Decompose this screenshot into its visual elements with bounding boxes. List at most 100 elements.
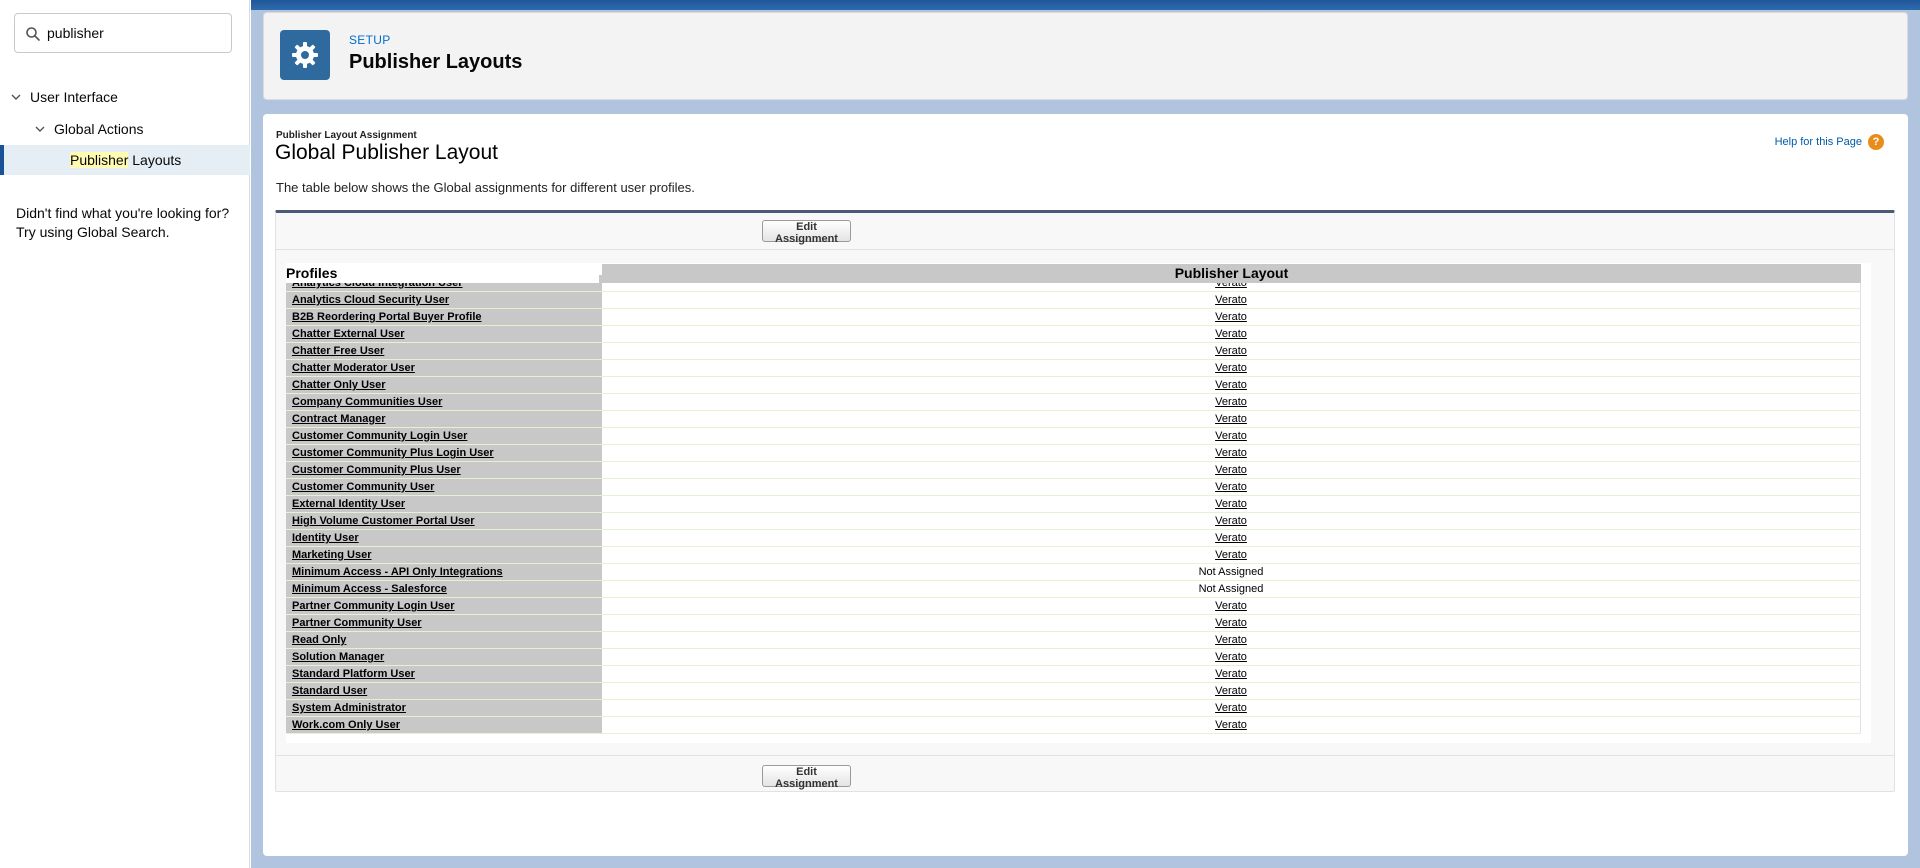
profile-link[interactable]: Solution Manager bbox=[286, 649, 602, 665]
edit-assignment-button-bottom[interactable]: Edit Assignment bbox=[762, 765, 851, 790]
profile-link[interactable]: Marketing User bbox=[286, 547, 602, 563]
assignment-rows: Analytics Cloud Integration User Verato An… bbox=[286, 275, 1861, 734]
gear-icon bbox=[292, 42, 318, 68]
table-row: Identity User Verato bbox=[286, 530, 1861, 547]
help-link[interactable]: Help for this Page ? bbox=[1775, 134, 1884, 150]
profile-link[interactable]: Partner Community Login User bbox=[286, 598, 602, 614]
chevron-down-icon[interactable] bbox=[10, 91, 22, 103]
table-row: Partner Community Login User Verato bbox=[286, 598, 1861, 615]
column-header-profiles: Profiles bbox=[286, 263, 599, 283]
profile-link[interactable]: Customer Community User bbox=[286, 479, 602, 495]
tree-item-user-interface[interactable]: User Interface bbox=[0, 82, 250, 112]
edit-assignment-button-top[interactable]: Edit Assignment bbox=[762, 220, 851, 245]
profile-link[interactable]: System Administrator bbox=[286, 700, 602, 716]
layout-link[interactable]: Verato bbox=[1215, 532, 1247, 544]
profile-link[interactable]: Customer Community Plus Login User bbox=[286, 445, 602, 461]
layout-link[interactable]: Verato bbox=[1215, 345, 1247, 357]
tree-item-label: Layouts bbox=[128, 152, 182, 168]
layout-link[interactable]: Verato bbox=[1215, 328, 1247, 340]
profile-link[interactable]: Minimum Access - Salesforce bbox=[286, 581, 602, 597]
search-icon bbox=[26, 27, 40, 41]
layout-link[interactable]: Verato bbox=[1215, 685, 1247, 697]
tree-item-label: User Interface bbox=[30, 89, 118, 105]
layout-link[interactable]: Verato bbox=[1215, 362, 1247, 374]
table-row: External Identity User Verato bbox=[286, 496, 1861, 513]
layout-link[interactable]: Verato bbox=[1215, 651, 1247, 663]
layout-cell: Not Assigned bbox=[602, 581, 1861, 597]
layout-link[interactable]: Verato bbox=[1215, 311, 1247, 323]
not-found-message: Didn't find what you're looking for? Try… bbox=[16, 204, 246, 242]
profile-link[interactable]: Customer Community Login User bbox=[286, 428, 602, 444]
table-row: Minimum Access - Salesforce Not Assigned bbox=[286, 581, 1861, 598]
layout-link[interactable]: Verato bbox=[1215, 515, 1247, 527]
profile-link[interactable]: External Identity User bbox=[286, 496, 602, 512]
profile-link[interactable]: High Volume Customer Portal User bbox=[286, 513, 602, 529]
layout-link[interactable]: Verato bbox=[1215, 396, 1247, 408]
quick-find-input[interactable] bbox=[47, 22, 227, 44]
layout-cell: Verato bbox=[602, 513, 1861, 529]
profile-link[interactable]: Read Only bbox=[286, 632, 602, 648]
layout-link[interactable]: Verato bbox=[1215, 447, 1247, 459]
layout-link[interactable]: Verato bbox=[1215, 634, 1247, 646]
layout-link[interactable]: Verato bbox=[1215, 413, 1247, 425]
profile-link[interactable]: Chatter Moderator User bbox=[286, 360, 602, 376]
table-row: B2B Reordering Portal Buyer Profile Verat… bbox=[286, 309, 1861, 326]
layout-link[interactable]: Verato bbox=[1215, 430, 1247, 442]
profile-link[interactable]: Company Communities User bbox=[286, 394, 602, 410]
page-description: The table below shows the Global assignm… bbox=[276, 180, 695, 195]
layout-link[interactable]: Verato bbox=[1215, 617, 1247, 629]
help-icon[interactable]: ? bbox=[1868, 134, 1884, 150]
layout-cell: Verato bbox=[602, 326, 1861, 342]
profile-link[interactable]: Analytics Cloud Security User bbox=[286, 292, 602, 308]
profile-link[interactable]: B2B Reordering Portal Buyer Profile bbox=[286, 309, 602, 325]
profile-link[interactable]: Customer Community Plus User bbox=[286, 462, 602, 478]
global-search-hint: Try using Global Search. bbox=[16, 224, 170, 240]
quick-find-search[interactable] bbox=[14, 13, 232, 53]
layout-cell: Verato bbox=[602, 666, 1861, 682]
layout-link[interactable]: Verato bbox=[1215, 294, 1247, 306]
table-row: Standard Platform User Verato bbox=[286, 666, 1861, 683]
breadcrumb-setup[interactable]: SETUP bbox=[349, 33, 391, 47]
profile-link[interactable]: Standard User bbox=[286, 683, 602, 699]
not-found-line: Didn't find what you're looking for? bbox=[16, 205, 230, 221]
layout-cell: Verato bbox=[602, 411, 1861, 427]
profile-link[interactable]: Chatter Free User bbox=[286, 343, 602, 359]
layout-cell: Verato bbox=[602, 428, 1861, 444]
profile-link[interactable]: Chatter External User bbox=[286, 326, 602, 342]
layout-cell: Verato bbox=[602, 309, 1861, 325]
profile-link[interactable]: Minimum Access - API Only Integrations bbox=[286, 564, 602, 580]
layout-link[interactable]: Verato bbox=[1215, 600, 1247, 612]
layout-link[interactable]: Verato bbox=[1215, 498, 1247, 510]
layout-value: Not Assigned bbox=[1198, 583, 1264, 595]
layout-link[interactable]: Verato bbox=[1215, 719, 1247, 731]
layout-cell: Verato bbox=[602, 530, 1861, 546]
help-link-label[interactable]: Help for this Page bbox=[1775, 136, 1862, 148]
layout-cell: Not Assigned bbox=[602, 564, 1861, 580]
tree-item-publisher-layouts[interactable]: Publisher Layouts bbox=[0, 145, 250, 175]
layout-link[interactable]: Verato bbox=[1215, 668, 1247, 680]
profile-link[interactable]: Partner Community User bbox=[286, 615, 602, 631]
chevron-down-icon[interactable] bbox=[34, 123, 46, 135]
profile-link[interactable]: Work.com Only User bbox=[286, 717, 602, 733]
layout-cell: Verato bbox=[602, 700, 1861, 716]
profile-link[interactable]: Chatter Only User bbox=[286, 377, 602, 393]
layout-link[interactable]: Verato bbox=[1215, 549, 1247, 561]
main-area: SETUP Publisher Layouts Publisher Layout… bbox=[251, 0, 1920, 868]
layout-link[interactable]: Verato bbox=[1215, 464, 1247, 476]
tree-item-global-actions[interactable]: Global Actions bbox=[0, 114, 250, 144]
layout-link[interactable]: Verato bbox=[1215, 379, 1247, 391]
table-row: Customer Community User Verato bbox=[286, 479, 1861, 496]
table-row: High Volume Customer Portal User Verato bbox=[286, 513, 1861, 530]
column-header-publisher-layout: Publisher Layout bbox=[602, 264, 1861, 283]
table-row: Contract Manager Verato bbox=[286, 411, 1861, 428]
layout-cell: Verato bbox=[602, 377, 1861, 393]
section-subtitle: Publisher Layout Assignment bbox=[276, 130, 417, 141]
profile-link[interactable]: Standard Platform User bbox=[286, 666, 602, 682]
profile-link[interactable]: Contract Manager bbox=[286, 411, 602, 427]
profile-link[interactable]: Identity User bbox=[286, 530, 602, 546]
table-row: Chatter Moderator User Verato bbox=[286, 360, 1861, 377]
assignment-grid[interactable]: Analytics Cloud Integration User Verato An… bbox=[286, 263, 1871, 743]
table-row: Analytics Cloud Security User Verato bbox=[286, 292, 1861, 309]
layout-link[interactable]: Verato bbox=[1215, 702, 1247, 714]
layout-link[interactable]: Verato bbox=[1215, 481, 1247, 493]
